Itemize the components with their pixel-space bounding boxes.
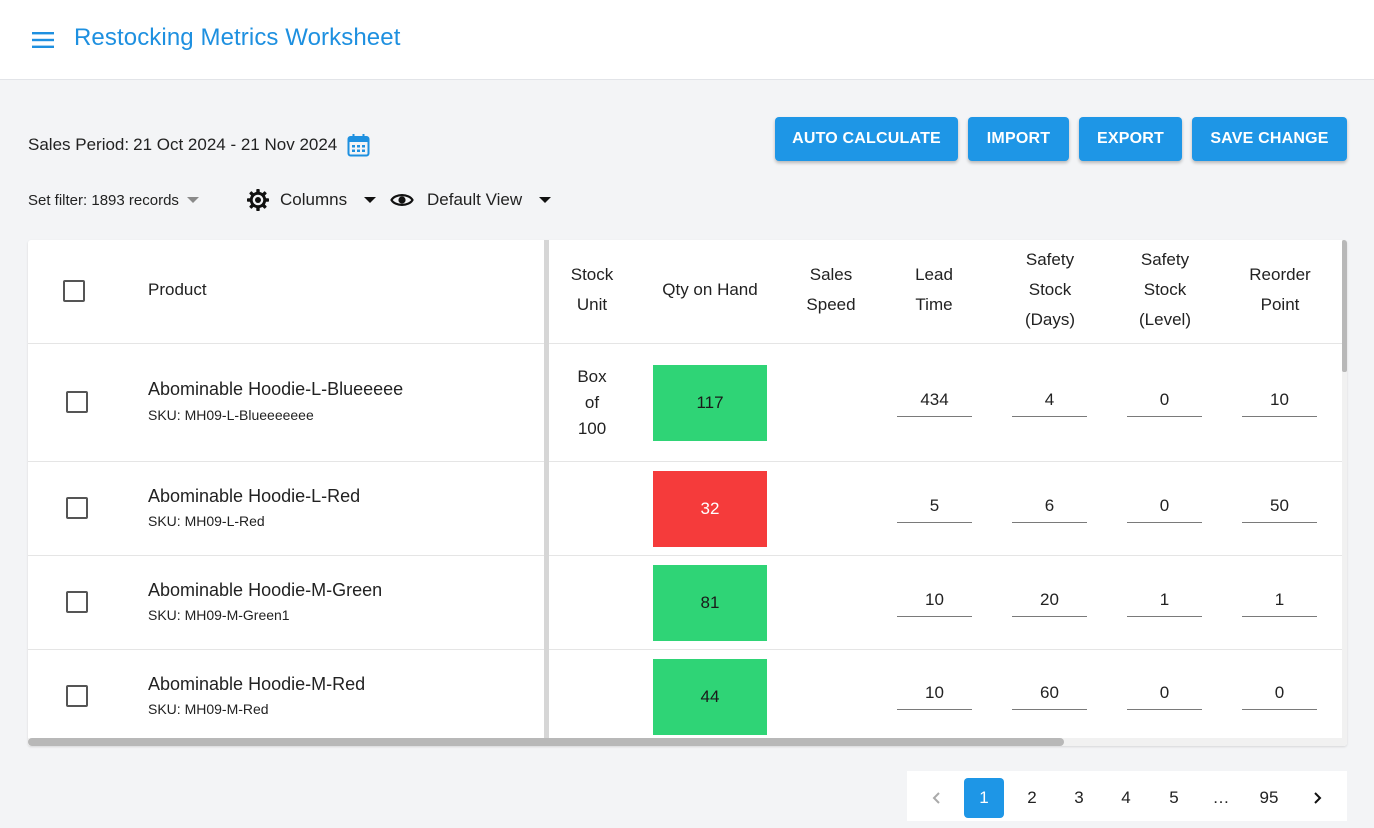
app-header: Restocking Metrics Worksheet (0, 0, 1374, 80)
page-button-2[interactable]: 2 (1012, 778, 1052, 818)
page-ellipsis: … (1212, 788, 1230, 807)
row-checkbox[interactable] (66, 391, 88, 413)
restocking-table: Product Stock Unit Qty on Hand Sales Speed… (28, 240, 1347, 746)
reorder-point-input[interactable] (1242, 680, 1317, 710)
caret-down-icon (539, 197, 552, 203)
lead-time-input[interactable] (897, 387, 972, 417)
lead-time-input[interactable] (897, 680, 972, 710)
product-sku: SKU: MH09-L-Blueeeeeee (148, 407, 314, 423)
header-stock-unit[interactable]: Stock Unit (555, 260, 629, 320)
next-page-button[interactable] (1297, 778, 1337, 818)
filter-row: Set filter: 1893 records Columns Default… (28, 186, 588, 214)
row-checkbox[interactable] (66, 685, 88, 707)
columns-dropdown[interactable]: Columns (246, 186, 377, 214)
product-sku: SKU: MH09-M-Green1 (148, 607, 290, 623)
vertical-scrollbar[interactable] (1342, 240, 1347, 738)
vertical-scrollbar-thumb[interactable] (1342, 240, 1347, 372)
sales-period: Sales Period: 21 Oct 2024 - 21 Nov 2024 (28, 133, 370, 157)
qty-on-hand-cell: 32 (653, 471, 767, 547)
chevron-left-icon (932, 792, 940, 804)
horizontal-scrollbar[interactable] (28, 738, 1347, 746)
calendar-icon[interactable] (347, 133, 370, 157)
divider (28, 649, 1342, 650)
save-change-button[interactable]: SAVE CHANGE (1192, 117, 1347, 161)
view-dropdown[interactable]: Default View (390, 186, 552, 214)
chevron-right-icon (1314, 792, 1322, 804)
page-title: Restocking Metrics Worksheet (74, 24, 401, 51)
header-safety-stock-days[interactable]: Safety Stock (Days) (1010, 245, 1090, 335)
set-filter-label: Set filter: 1893 records (28, 191, 179, 209)
header-sales-speed[interactable]: Sales Speed (794, 260, 868, 320)
lead-time-input[interactable] (897, 587, 972, 617)
import-button[interactable]: IMPORT (968, 117, 1069, 161)
page-button-5[interactable]: 5 (1154, 778, 1194, 818)
product-name: Abominable Hoodie-L-Blueeeee (148, 379, 404, 399)
set-filter-dropdown[interactable]: Set filter: 1893 records (28, 186, 199, 214)
header-product[interactable]: Product (148, 275, 207, 305)
page-button-4[interactable]: 4 (1106, 778, 1146, 818)
menu-icon[interactable] (31, 29, 55, 51)
header-safety-stock-level[interactable]: Safety Stock (Level) (1125, 245, 1205, 335)
product-sku: SKU: MH09-L-Red (148, 513, 265, 529)
prev-page-button[interactable] (917, 778, 957, 818)
view-label: Default View (427, 190, 523, 209)
product-name: Abominable Hoodie-M-Green (148, 580, 383, 600)
stock-unit: Box of 100 (577, 367, 607, 438)
horizontal-scrollbar-thumb[interactable] (28, 738, 1064, 746)
frozen-column-divider (544, 240, 549, 738)
product-sku: SKU: MH09-M-Red (148, 701, 269, 717)
columns-label: Columns (280, 190, 348, 209)
safety-stock-days-input[interactable] (1012, 680, 1087, 710)
safety-stock-level-input[interactable] (1127, 680, 1202, 710)
auto-calculate-button[interactable]: AUTO CALCULATE (775, 117, 958, 161)
reorder-point-input[interactable] (1242, 493, 1317, 523)
safety-stock-level-input[interactable] (1127, 587, 1202, 617)
header-reorder-point[interactable]: Reorder Point (1239, 260, 1321, 320)
header-lead-time[interactable]: Lead Time (897, 260, 971, 320)
caret-down-icon (364, 197, 377, 203)
export-button[interactable]: EXPORT (1079, 117, 1182, 161)
lead-time-input[interactable] (897, 493, 972, 523)
safety-stock-days-input[interactable] (1012, 493, 1087, 523)
divider (28, 461, 1342, 462)
safety-stock-level-input[interactable] (1127, 387, 1202, 417)
row-checkbox[interactable] (66, 591, 88, 613)
select-all-checkbox[interactable] (63, 280, 85, 302)
reorder-point-input[interactable] (1242, 387, 1317, 417)
toolbar: AUTO CALCULATE IMPORT EXPORT SAVE CHANGE (775, 117, 1347, 161)
gear-icon (247, 189, 269, 211)
qty-on-hand-cell: 81 (653, 565, 767, 641)
eye-icon (390, 194, 414, 206)
sales-period-label: Sales Period: (28, 135, 130, 154)
page-button-95[interactable]: 95 (1249, 778, 1289, 818)
safety-stock-level-input[interactable] (1127, 493, 1202, 523)
row-checkbox[interactable] (66, 497, 88, 519)
page-button-3[interactable]: 3 (1059, 778, 1099, 818)
header-qty-on-hand[interactable]: Qty on Hand (650, 275, 770, 305)
safety-stock-days-input[interactable] (1012, 587, 1087, 617)
divider (28, 555, 1342, 556)
reorder-point-input[interactable] (1242, 587, 1317, 617)
product-name: Abominable Hoodie-L-Red (148, 486, 361, 506)
page-button-1[interactable]: 1 (964, 778, 1004, 818)
pagination: 1 2 3 4 5 … 95 (907, 771, 1347, 821)
caret-down-icon (186, 197, 199, 203)
safety-stock-days-input[interactable] (1012, 387, 1087, 417)
qty-on-hand-cell: 117 (653, 365, 767, 441)
sales-period-value: 21 Oct 2024 - 21 Nov 2024 (133, 135, 338, 154)
qty-on-hand-cell: 44 (653, 659, 767, 735)
divider (28, 343, 1342, 344)
product-name: Abominable Hoodie-M-Red (148, 674, 366, 694)
